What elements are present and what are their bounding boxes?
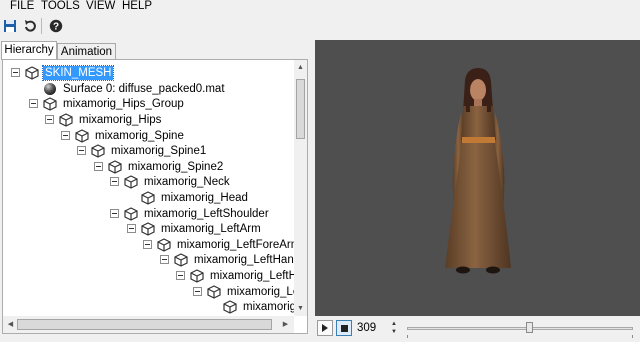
vertical-scrollbar[interactable]: ▲ ▼ <box>294 60 307 316</box>
menu-bar: FILE TOOLS VIEW HELP <box>0 0 640 14</box>
bone-cube-icon <box>25 65 39 80</box>
tree-item-label: mixamorig_Hips_Group <box>63 97 184 110</box>
tree-item-label: SKIN_MESH <box>41 64 115 81</box>
floppy-disk-icon <box>4 20 16 32</box>
bone-cube-icon <box>124 206 138 221</box>
tree-item-label: mixamorig_LeftArm <box>161 222 261 235</box>
collapse-toggle-icon[interactable] <box>29 99 38 108</box>
playback-bar: 309 ▲ ▼ <box>315 318 640 340</box>
horizontal-scroll-thumb[interactable] <box>17 319 272 330</box>
bone-cube-icon <box>91 143 105 158</box>
refresh-button[interactable] <box>21 17 39 35</box>
timeline-slider-thumb[interactable] <box>526 322 534 333</box>
collapse-toggle-icon[interactable] <box>143 240 152 249</box>
collapse-toggle-icon[interactable] <box>160 255 169 264</box>
timeline-slider-track[interactable] <box>407 327 633 330</box>
slider-tick <box>632 335 633 338</box>
frame-number[interactable]: 309 <box>357 321 376 335</box>
slider-tick <box>407 335 408 338</box>
menu-file[interactable]: FILE <box>10 0 34 13</box>
viewport-3d[interactable] <box>315 40 640 316</box>
scroll-right-arrow-icon[interactable]: ▶ <box>279 320 292 330</box>
bone-cube-icon <box>207 284 221 299</box>
menu-tools[interactable]: TOOLS <box>41 0 80 13</box>
bone-cube-icon <box>43 96 57 111</box>
tab-hierarchy[interactable]: Hierarchy <box>1 41 57 60</box>
bone-cube-icon <box>223 299 237 314</box>
tree-item[interactable]: mixamorig_LeftHa <box>176 267 305 284</box>
tree-item[interactable]: mixamorig_LeftHand <box>160 251 302 268</box>
menu-view[interactable]: VIEW <box>86 0 115 13</box>
collapse-toggle-icon[interactable] <box>110 177 119 186</box>
hierarchy-tree: SKIN_MESH Surface 0: diffuse_packed0.matm… <box>2 59 308 334</box>
tree-item-label: mixamorig_Head <box>161 191 248 204</box>
stop-button[interactable] <box>336 320 352 336</box>
collapse-toggle-icon[interactable] <box>94 162 103 171</box>
tree-item-label: mixamorig_LeftHand <box>194 253 301 266</box>
tree-item[interactable]: mixamorig_Spine1 <box>77 142 208 159</box>
tree-item[interactable]: mixamorig_Neck <box>110 173 232 190</box>
scroll-left-arrow-icon[interactable]: ◀ <box>4 320 17 330</box>
play-icon <box>322 324 328 332</box>
bone-cube-icon <box>124 174 138 189</box>
rotate-arrow-icon <box>25 20 36 32</box>
toolbar-separator <box>41 18 42 34</box>
tree-item-label: mixamorig_LeftHa <box>210 269 304 282</box>
collapse-toggle-icon[interactable] <box>176 271 185 280</box>
bone-cube-icon <box>108 159 122 174</box>
frame-spinner[interactable]: ▲ ▼ <box>389 320 399 337</box>
spin-up-icon[interactable]: ▲ <box>389 320 399 328</box>
tree-item-label: mixamorig_LeftForeArm <box>177 238 301 251</box>
character-model <box>445 68 511 274</box>
save-button[interactable] <box>1 17 19 35</box>
collapse-toggle-icon[interactable] <box>193 287 202 296</box>
collapse-toggle-icon[interactable] <box>11 68 20 77</box>
tree-item[interactable]: mixamorig_Head <box>141 189 250 206</box>
tree-item-label: mixamorig_Lef <box>227 285 303 298</box>
bone-cube-icon <box>157 237 171 252</box>
help-button[interactable]: ? <box>47 17 65 35</box>
tree-item[interactable]: mixamorig_ <box>223 298 304 315</box>
tree-item-label: mixamorig_LeftShoulder <box>144 207 269 220</box>
collapse-toggle-icon[interactable] <box>45 115 54 124</box>
bone-cube-icon <box>190 268 204 283</box>
question-mark-icon: ? <box>49 19 63 33</box>
bone-cube-icon <box>141 221 155 236</box>
tree-item-label: mixamorig_Hips <box>79 113 162 126</box>
tree-item[interactable]: mixamorig_LeftArm <box>127 220 263 237</box>
spin-down-icon[interactable]: ▼ <box>389 328 399 336</box>
scroll-down-arrow-icon[interactable]: ▼ <box>294 304 307 314</box>
tree-item[interactable]: mixamorig_Hips_Group <box>29 95 186 112</box>
svg-text:?: ? <box>53 22 59 33</box>
play-button[interactable] <box>317 320 333 336</box>
material-sphere-icon <box>43 82 57 96</box>
tab-animation[interactable]: Animation <box>57 43 116 60</box>
horizontal-scrollbar[interactable]: ◀ ▶ <box>3 316 294 333</box>
bone-cube-icon <box>59 112 73 127</box>
stop-icon <box>340 324 348 332</box>
tree-item-label: Surface 0: diffuse_packed0.mat <box>63 82 225 95</box>
toolbar: ? <box>0 15 640 37</box>
collapse-toggle-icon[interactable] <box>127 224 136 233</box>
collapse-toggle-icon[interactable] <box>77 146 86 155</box>
menu-help[interactable]: HELP <box>122 0 152 13</box>
tree-item[interactable]: mixamorig_Hips <box>45 111 163 128</box>
vertical-scroll-thumb[interactable] <box>296 79 305 139</box>
tree-item-label: mixamorig_Neck <box>144 175 230 188</box>
collapse-toggle-icon[interactable] <box>110 209 119 218</box>
bone-cube-icon <box>75 128 89 143</box>
tree-item-label: mixamorig_Spine <box>95 129 184 142</box>
tree-item[interactable]: SKIN_MESH <box>11 64 115 81</box>
bone-cube-icon <box>174 252 188 267</box>
bone-cube-icon <box>141 190 155 205</box>
collapse-toggle-icon[interactable] <box>61 131 70 140</box>
tree-item-label: mixamorig_Spine2 <box>128 160 224 173</box>
tree-item-label: mixamorig_Spine1 <box>111 144 207 157</box>
scroll-up-arrow-icon[interactable]: ▲ <box>294 63 307 73</box>
